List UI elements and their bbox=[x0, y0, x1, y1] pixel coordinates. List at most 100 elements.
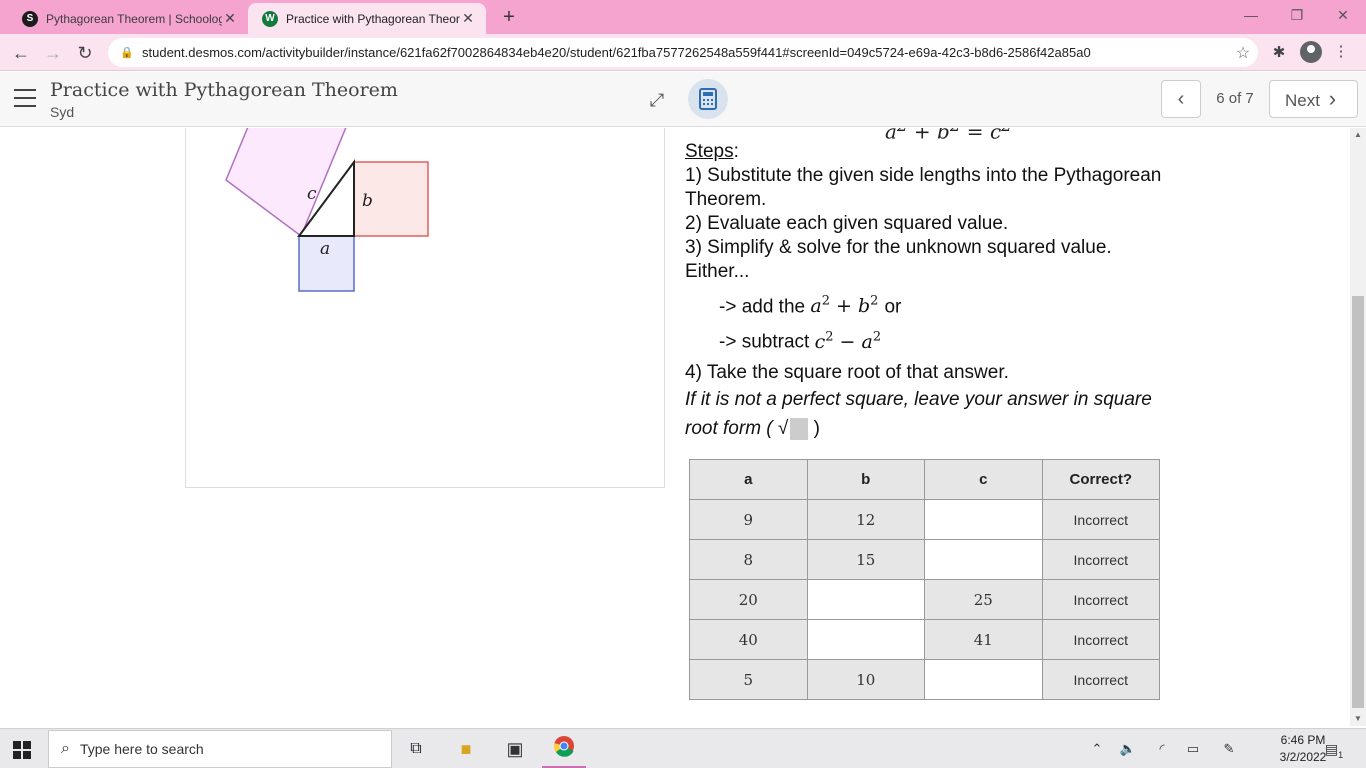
cell-c-input[interactable] bbox=[924, 539, 1043, 580]
cell-a: 20 bbox=[689, 579, 808, 620]
cell-status: Incorrect bbox=[1041, 579, 1160, 620]
windows-taskbar: ⌕ Type here to search ⧉ ■ ▣ ⌃ 🔈 ◜ ▭ ✎ 6:… bbox=[0, 728, 1366, 768]
pen-icon[interactable]: ✎ bbox=[1219, 739, 1239, 759]
system-clock[interactable]: 6:46 PM 3/2/2022 bbox=[1278, 732, 1328, 766]
battery-icon[interactable]: ▭ bbox=[1183, 739, 1203, 759]
steps-heading: Steps bbox=[685, 141, 734, 162]
cell-status: Incorrect bbox=[1041, 539, 1160, 580]
chevron-up-icon[interactable]: ⌃ bbox=[1087, 739, 1107, 759]
taskbar-search-box[interactable]: ⌕ Type here to search bbox=[48, 730, 392, 768]
chrome-taskbar-icon[interactable] bbox=[550, 735, 578, 763]
minimize-button[interactable]: — bbox=[1228, 0, 1274, 30]
wifi-icon[interactable]: ◜ bbox=[1152, 739, 1172, 759]
table-row: 8 15 Incorrect bbox=[689, 539, 1160, 580]
square-root-icon: √ bbox=[777, 417, 789, 439]
activity-header: Practice with Pythagorean Theorem Syd ⤢ … bbox=[0, 72, 1366, 127]
tab-title: Practice with Pythagorean Theorem bbox=[286, 11, 460, 26]
next-label: Next bbox=[1285, 91, 1320, 110]
cell-b-input[interactable] bbox=[806, 619, 925, 660]
desmos-favicon-icon: W bbox=[262, 10, 278, 27]
page-scrollbar[interactable]: ▲ ▼ bbox=[1350, 128, 1366, 726]
calculator-icon bbox=[699, 88, 717, 110]
profile-avatar-icon[interactable] bbox=[1300, 41, 1322, 63]
scroll-up-arrow-icon[interactable]: ▲ bbox=[1350, 128, 1366, 142]
cell-a: 40 bbox=[689, 619, 808, 660]
cell-b: 15 bbox=[806, 539, 925, 580]
cell-a: 8 bbox=[689, 539, 808, 580]
windows-start-icon[interactable] bbox=[13, 741, 31, 759]
tab-desmos[interactable]: W Practice with Pythagorean Theorem ✕ bbox=[248, 3, 486, 34]
steps-instructions: Steps: 1) Substitute the given side leng… bbox=[685, 140, 1185, 443]
browser-toolbar: ← → ↻ 🔒 student.desmos.com/activitybuild… bbox=[0, 34, 1366, 71]
formula-c2-minus-a2: c2 − a2 bbox=[814, 329, 882, 353]
new-tab-button[interactable]: + bbox=[498, 6, 520, 28]
table-row: 5 10 Incorrect bbox=[689, 659, 1160, 700]
step-2: 2) Evaluate each given squared value. bbox=[685, 213, 1009, 234]
pythagorean-squares-diagram: a b c bbox=[225, 128, 429, 292]
header-a: a bbox=[689, 459, 808, 500]
hamburger-menu-icon[interactable] bbox=[14, 89, 36, 109]
header-b: b bbox=[806, 459, 925, 500]
cell-b-input[interactable] bbox=[806, 579, 925, 620]
restore-button[interactable]: ❐ bbox=[1274, 0, 1320, 30]
next-screen-button[interactable]: Next › bbox=[1269, 80, 1358, 118]
cell-c-input[interactable] bbox=[924, 659, 1043, 700]
browser-tab-strip: S Pythagorean Theorem | Schoology ✕ W Pr… bbox=[0, 0, 1366, 34]
cell-c: 25 bbox=[924, 579, 1043, 620]
label-b: b bbox=[362, 191, 373, 211]
tab-schoology[interactable]: S Pythagorean Theorem | Schoology ✕ bbox=[8, 3, 248, 34]
pythagorean-diagram-panel: a b c bbox=[185, 128, 665, 488]
label-c: c bbox=[307, 184, 317, 204]
chrome-menu-icon[interactable]: ⋮ bbox=[1330, 41, 1352, 63]
back-arrow-icon[interactable]: ← bbox=[8, 40, 34, 66]
tab-title: Pythagorean Theorem | Schoology bbox=[46, 11, 222, 26]
option-add: -> add the a2 + b2 or bbox=[719, 294, 902, 318]
store-bag-icon[interactable]: ▣ bbox=[501, 735, 529, 763]
bookmark-star-icon[interactable]: ☆ bbox=[1228, 43, 1258, 63]
either-text: Either... bbox=[685, 261, 750, 282]
cell-status: Incorrect bbox=[1041, 659, 1160, 700]
lock-icon: 🔒 bbox=[120, 47, 134, 59]
cell-a: 5 bbox=[689, 659, 808, 700]
calculator-button[interactable] bbox=[688, 79, 728, 119]
notification-icon[interactable]: ▤1 bbox=[1324, 739, 1344, 760]
cell-b: 10 bbox=[806, 659, 925, 700]
extensions-puzzle-icon[interactable]: ✱ bbox=[1268, 42, 1290, 64]
file-explorer-icon[interactable]: ■ bbox=[452, 735, 480, 763]
clock-time: 6:46 PM bbox=[1280, 733, 1326, 747]
previous-screen-button[interactable]: ‹ bbox=[1161, 80, 1201, 118]
forward-arrow-icon[interactable]: → bbox=[40, 40, 66, 66]
volume-icon[interactable]: 🔈 bbox=[1118, 739, 1138, 759]
header-correct: Correct? bbox=[1041, 459, 1160, 500]
step-4: 4) Take the square root of that answer. bbox=[685, 361, 1009, 383]
cell-c-input[interactable] bbox=[924, 499, 1043, 540]
chevron-left-icon: ‹ bbox=[1177, 88, 1185, 110]
formula-a2-plus-b2: a2 + b2 bbox=[810, 294, 879, 318]
fullscreen-expand-icon[interactable]: ⤢ bbox=[645, 88, 669, 112]
cell-a: 9 bbox=[689, 499, 808, 540]
address-bar[interactable]: 🔒 student.desmos.com/activitybuilder/ins… bbox=[108, 38, 1258, 67]
step-1: 1) Substitute the given side lengths int… bbox=[685, 165, 1162, 210]
reload-icon[interactable]: ↻ bbox=[72, 40, 98, 66]
header-c: c bbox=[924, 459, 1043, 500]
scrollbar-thumb[interactable] bbox=[1352, 296, 1364, 708]
table-row: 40 41 Incorrect bbox=[689, 619, 1160, 660]
pythagorean-practice-table: a b c Correct? 9 12 Incorrect 8 15 Incor… bbox=[689, 459, 1160, 700]
student-name: Syd bbox=[50, 104, 75, 120]
cell-status: Incorrect bbox=[1041, 499, 1160, 540]
chevron-right-icon: › bbox=[1328, 86, 1337, 111]
step-3: 3) Simplify & solve for the unknown squa… bbox=[685, 237, 1112, 258]
table-row: 20 25 Incorrect bbox=[689, 579, 1160, 620]
task-view-icon[interactable]: ⧉ bbox=[402, 735, 430, 763]
option-subtract: -> subtract c2 − a2 bbox=[719, 329, 882, 353]
page-indicator: 6 of 7 bbox=[1216, 90, 1254, 107]
chrome-logo-icon bbox=[553, 736, 574, 757]
close-tab-icon[interactable]: ✕ bbox=[460, 10, 476, 27]
scroll-down-arrow-icon[interactable]: ▼ bbox=[1350, 712, 1366, 726]
close-tab-icon[interactable]: ✕ bbox=[222, 10, 238, 27]
schoology-favicon-icon: S bbox=[22, 10, 38, 27]
search-icon: ⌕ bbox=[61, 740, 70, 757]
activity-title: Practice with Pythagorean Theorem bbox=[50, 79, 398, 101]
close-window-button[interactable]: ✕ bbox=[1320, 0, 1366, 30]
square-root-note: If it is not a perfect square, leave you… bbox=[685, 388, 1152, 440]
